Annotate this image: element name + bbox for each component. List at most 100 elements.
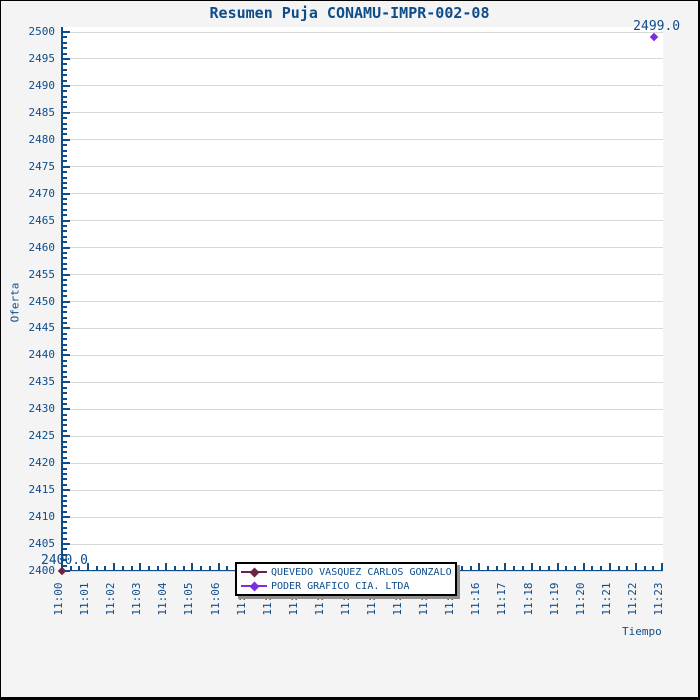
y-axis-minor-tick bbox=[63, 284, 67, 286]
x-axis-major-tick bbox=[139, 563, 141, 570]
y-axis-tick-label: 2425 bbox=[1, 430, 55, 442]
y-axis-minor-tick bbox=[63, 36, 67, 38]
x-axis-tick-label: 11:21 bbox=[601, 579, 613, 619]
x-axis-minor-tick bbox=[122, 566, 124, 570]
x-axis-tick-label: 11:00 bbox=[53, 579, 65, 619]
y-axis-minor-tick bbox=[63, 473, 67, 475]
x-axis-title: Tiempo bbox=[622, 625, 662, 638]
y-axis-minor-tick bbox=[63, 398, 67, 400]
y-axis-minor-tick bbox=[63, 495, 67, 497]
y-axis-tick-label: 2435 bbox=[1, 376, 55, 388]
y-axis-major-tick bbox=[63, 139, 70, 141]
legend-item-label: QUEVEDO VASQUEZ CARLOS GONZALO bbox=[271, 567, 452, 578]
y-axis-minor-tick bbox=[63, 365, 67, 367]
y-axis-minor-tick bbox=[63, 500, 67, 502]
y-axis-tick-label: 2455 bbox=[1, 269, 55, 281]
y-axis-minor-tick bbox=[63, 376, 67, 378]
gridline bbox=[63, 355, 663, 356]
x-axis-major-tick bbox=[583, 563, 585, 570]
y-axis-minor-tick bbox=[63, 63, 67, 65]
gridline bbox=[63, 32, 663, 33]
y-axis-minor-tick bbox=[63, 295, 67, 297]
y-axis-minor-tick bbox=[63, 511, 67, 513]
y-axis-minor-tick bbox=[63, 451, 67, 453]
y-axis-minor-tick bbox=[63, 532, 67, 534]
gridline bbox=[63, 328, 663, 329]
chart-title: Resumen Puja CONAMU-IMPR-002-08 bbox=[1, 4, 698, 22]
gridline bbox=[63, 112, 663, 113]
gridline bbox=[63, 382, 663, 383]
x-axis-minor-tick bbox=[565, 566, 567, 570]
y-axis-minor-tick bbox=[63, 424, 67, 426]
y-axis-tick-label: 2490 bbox=[1, 80, 55, 92]
y-axis-minor-tick bbox=[63, 468, 67, 470]
x-axis-tick-label: 11:03 bbox=[131, 579, 143, 619]
x-axis-major-tick bbox=[165, 563, 167, 570]
x-axis-minor-tick bbox=[131, 566, 133, 570]
y-axis-minor-tick bbox=[63, 69, 67, 71]
x-axis-tick-label: 11:18 bbox=[523, 579, 535, 619]
x-axis-minor-tick bbox=[174, 566, 176, 570]
y-axis-major-tick bbox=[63, 354, 70, 356]
y-axis-minor-tick bbox=[63, 144, 67, 146]
x-axis-major-tick bbox=[191, 563, 193, 570]
y-axis-minor-tick bbox=[63, 521, 67, 523]
y-axis-major-tick bbox=[63, 247, 70, 249]
y-axis-minor-tick bbox=[63, 414, 67, 416]
legend-diamond-marker-icon bbox=[241, 582, 267, 591]
y-axis-minor-tick bbox=[63, 80, 67, 82]
y-axis-tick-label: 2480 bbox=[1, 134, 55, 146]
y-axis-minor-tick bbox=[63, 225, 67, 227]
y-axis-tick-label: 2465 bbox=[1, 215, 55, 227]
y-axis-minor-tick bbox=[63, 123, 67, 125]
gridline bbox=[63, 166, 663, 167]
y-axis-minor-tick bbox=[63, 203, 67, 205]
y-axis-minor-tick bbox=[63, 484, 67, 486]
gridline bbox=[63, 301, 663, 302]
x-axis-minor-tick bbox=[226, 566, 228, 570]
y-axis-minor-tick bbox=[63, 430, 67, 432]
y-axis-minor-tick bbox=[63, 322, 67, 324]
y-axis-minor-tick bbox=[63, 230, 67, 232]
y-axis-minor-tick bbox=[63, 392, 67, 394]
x-axis-major-tick bbox=[504, 563, 506, 570]
y-axis-minor-tick bbox=[63, 236, 67, 238]
y-axis-tick-label: 2495 bbox=[1, 53, 55, 65]
legend-item: QUEVEDO VASQUEZ CARLOS GONZALO bbox=[241, 565, 451, 579]
y-axis-minor-tick bbox=[63, 187, 67, 189]
y-axis-major-tick bbox=[63, 543, 70, 545]
gridline bbox=[63, 409, 663, 410]
y-axis-tick-label: 2410 bbox=[1, 511, 55, 523]
gridline bbox=[63, 274, 663, 275]
y-axis-minor-tick bbox=[63, 387, 67, 389]
y-axis-minor-tick bbox=[63, 505, 67, 507]
y-axis-major-tick bbox=[63, 166, 70, 168]
y-axis-minor-tick bbox=[63, 344, 67, 346]
y-axis-major-tick bbox=[63, 327, 70, 329]
x-axis-major-tick bbox=[531, 563, 533, 570]
y-axis-minor-tick bbox=[63, 527, 67, 529]
y-axis-minor-tick bbox=[63, 133, 67, 135]
y-axis-tick-label: 2430 bbox=[1, 403, 55, 415]
x-axis-minor-tick bbox=[200, 566, 202, 570]
y-axis-major-tick bbox=[63, 58, 70, 60]
y-axis-minor-tick bbox=[63, 155, 67, 157]
y-axis-major-tick bbox=[63, 516, 70, 518]
y-axis-minor-tick bbox=[63, 209, 67, 211]
y-axis-minor-tick bbox=[63, 457, 67, 459]
y-axis-tick-label: 2450 bbox=[1, 296, 55, 308]
x-axis-minor-tick bbox=[600, 566, 602, 570]
y-axis-tick-label: 2415 bbox=[1, 484, 55, 496]
y-axis-tick-label: 2500 bbox=[1, 26, 55, 38]
y-axis-minor-tick bbox=[63, 311, 67, 313]
y-axis-minor-tick bbox=[63, 538, 67, 540]
y-axis-minor-tick bbox=[63, 403, 67, 405]
y-axis-minor-tick bbox=[63, 160, 67, 162]
x-axis-major-tick bbox=[609, 563, 611, 570]
y-axis-major-tick bbox=[63, 408, 70, 410]
x-axis-minor-tick bbox=[183, 566, 185, 570]
x-axis-tick-label: 11:17 bbox=[496, 579, 508, 619]
y-axis-major-tick bbox=[63, 381, 70, 383]
y-axis-minor-tick bbox=[63, 371, 67, 373]
chart-legend: QUEVEDO VASQUEZ CARLOS GONZALO PODER GRA… bbox=[235, 562, 457, 596]
